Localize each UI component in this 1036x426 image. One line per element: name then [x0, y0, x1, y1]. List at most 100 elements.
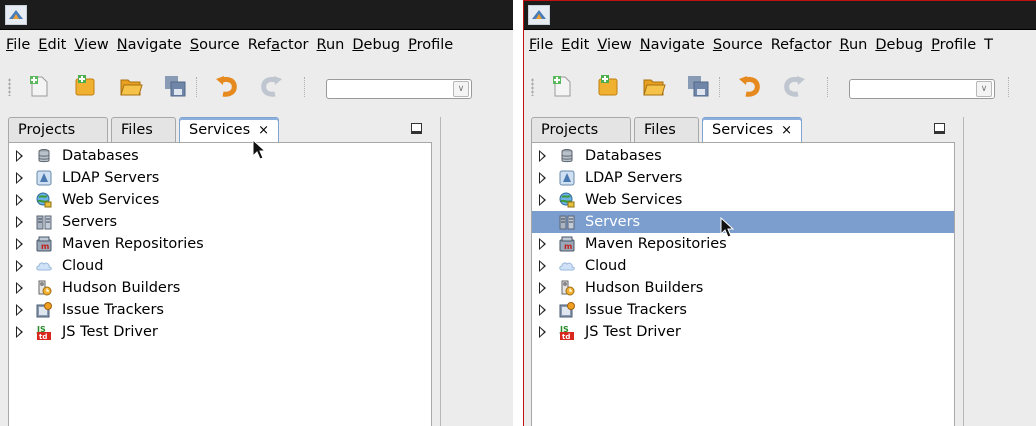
tree-node-web-services[interactable]: Web Services	[532, 189, 954, 211]
close-tab-icon[interactable]: ×	[258, 123, 269, 138]
tree-node-issue-trackers[interactable]: Issue Trackers	[9, 299, 431, 321]
new-file-button[interactable]	[26, 73, 52, 99]
expand-arrow-icon[interactable]	[16, 238, 23, 250]
tree-node-hudson-builders[interactable]: Hudson Builders	[532, 277, 954, 299]
database-icon	[36, 148, 52, 164]
redo-icon	[781, 73, 807, 99]
tree-node-ldap-servers[interactable]: LDAP Servers	[532, 167, 954, 189]
menu-tools-truncated[interactable]: T	[982, 30, 995, 60]
menu-profile[interactable]: Profile	[929, 30, 978, 60]
menu-navigate[interactable]: Navigate	[115, 30, 184, 60]
tree-node-web-services[interactable]: Web Services	[9, 189, 431, 211]
expand-arrow-icon[interactable]	[16, 260, 23, 272]
menu-edit[interactable]: Edit	[36, 30, 68, 60]
save-all-button[interactable]	[685, 73, 711, 99]
menu-profile[interactable]: Profile	[406, 30, 455, 60]
tree-node-hudson-builders[interactable]: Hudson Builders	[9, 277, 431, 299]
configuration-combo[interactable]: ∨	[849, 79, 995, 99]
tab-services[interactable]: Services ×	[702, 117, 802, 142]
tree-node-servers[interactable]: Servers	[9, 211, 431, 233]
new-file-button[interactable]	[549, 73, 575, 99]
menu-source[interactable]: Source	[188, 30, 242, 60]
tree-node-maven-repositories[interactable]: m Maven Repositories	[532, 233, 954, 255]
toolbar-separator	[304, 77, 306, 97]
minimize-window-icon[interactable]	[934, 123, 945, 134]
tree-node-js-test-driver[interactable]: JS td JS Test Driver	[532, 321, 954, 343]
tab-projects[interactable]: Projects	[8, 117, 108, 142]
chevron-down-icon[interactable]: ∨	[976, 81, 992, 97]
servers-icon	[36, 214, 52, 230]
undo-button[interactable]	[214, 73, 240, 99]
toolbar-grip[interactable]	[531, 78, 534, 96]
expand-arrow-icon[interactable]	[539, 326, 546, 338]
open-project-button[interactable]	[641, 73, 667, 99]
expand-arrow-icon[interactable]	[16, 304, 23, 316]
expand-arrow-icon[interactable]	[539, 194, 546, 206]
tree-node-databases[interactable]: Databases	[9, 145, 431, 167]
menu-view[interactable]: View	[595, 30, 633, 60]
toolbar-separator	[1008, 77, 1010, 97]
menu-file[interactable]: File	[527, 30, 555, 60]
expand-arrow-icon[interactable]	[16, 216, 23, 228]
tree-node-servers[interactable]: Servers	[532, 211, 954, 233]
main-toolbar: ∨	[523, 62, 1036, 108]
redo-button[interactable]	[258, 73, 284, 99]
tree-node-label: LDAP Servers	[62, 170, 160, 186]
menu-debug[interactable]: Debug	[873, 30, 925, 60]
tree-node-ldap-servers[interactable]: LDAP Servers	[9, 167, 431, 189]
expand-arrow-icon[interactable]	[539, 172, 546, 184]
toolbar-grip[interactable]	[8, 78, 11, 96]
menu-refactor[interactable]: Refactor	[246, 30, 311, 60]
expand-arrow-icon[interactable]	[16, 282, 23, 294]
menu-file[interactable]: File	[4, 30, 32, 60]
tab-projects[interactable]: Projects	[531, 117, 631, 142]
save-all-button[interactable]	[162, 73, 188, 99]
expand-arrow-icon[interactable]	[16, 150, 23, 162]
redo-icon	[258, 73, 284, 99]
new-project-button[interactable]	[72, 73, 98, 99]
menu-refactor[interactable]: Refactor	[769, 30, 834, 60]
toolbar-separator	[196, 77, 198, 97]
tree-node-js-test-driver[interactable]: JS td JS Test Driver	[9, 321, 431, 343]
configuration-combo[interactable]: ∨	[326, 79, 472, 99]
expand-arrow-icon[interactable]	[539, 150, 546, 162]
expand-arrow-icon[interactable]	[16, 172, 23, 184]
expand-arrow-icon[interactable]	[16, 194, 23, 206]
services-tree: Databases LDAP Servers Web Services Servers…	[531, 142, 955, 426]
tab-files[interactable]: Files	[111, 117, 176, 142]
svg-text:m: m	[41, 242, 49, 251]
menu-debug[interactable]: Debug	[350, 30, 402, 60]
menu-source[interactable]: Source	[711, 30, 765, 60]
tree-node-databases[interactable]: Databases	[532, 145, 954, 167]
tree-node-label: Cloud	[585, 258, 627, 274]
tree-node-maven-repositories[interactable]: m Maven Repositories	[9, 233, 431, 255]
hudson-icon	[36, 280, 52, 296]
menu-edit[interactable]: Edit	[559, 30, 591, 60]
close-tab-icon[interactable]: ×	[781, 123, 792, 138]
expand-arrow-icon[interactable]	[539, 304, 546, 316]
undo-button[interactable]	[737, 73, 763, 99]
menu-run[interactable]: Run	[838, 30, 870, 60]
window-titlebar[interactable]	[523, 0, 1036, 30]
menu-view[interactable]: View	[72, 30, 110, 60]
open-project-button[interactable]	[118, 73, 144, 99]
new-project-button[interactable]	[595, 73, 621, 99]
expand-arrow-icon[interactable]	[539, 282, 546, 294]
expand-arrow-icon[interactable]	[539, 238, 546, 250]
redo-button[interactable]	[781, 73, 807, 99]
tree-node-issue-trackers[interactable]: Issue Trackers	[532, 299, 954, 321]
menu-navigate[interactable]: Navigate	[638, 30, 707, 60]
expand-arrow-icon[interactable]	[16, 326, 23, 338]
services-panel: Projects Files Services × Databases LDAP S…	[8, 117, 432, 426]
tree-node-cloud[interactable]: Cloud	[9, 255, 431, 277]
chevron-down-icon[interactable]: ∨	[453, 81, 469, 97]
minimize-window-icon[interactable]	[411, 123, 422, 134]
ldap-icon	[559, 170, 575, 186]
window-titlebar[interactable]	[0, 0, 513, 30]
tree-node-cloud[interactable]: Cloud	[532, 255, 954, 277]
tab-files[interactable]: Files	[634, 117, 699, 142]
menu-bar: File Edit View Navigate Source Refactor Run Deb…	[523, 30, 1036, 60]
expand-arrow-icon[interactable]	[539, 260, 546, 272]
undo-icon	[214, 73, 240, 99]
menu-run[interactable]: Run	[315, 30, 347, 60]
